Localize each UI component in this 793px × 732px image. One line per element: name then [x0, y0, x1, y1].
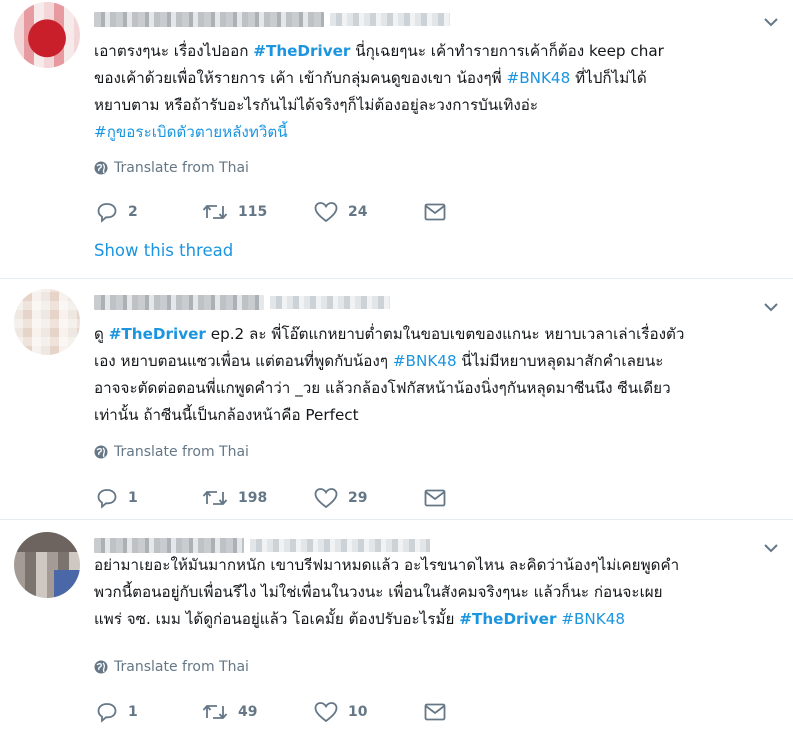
author-name-redacted[interactable]: [94, 538, 244, 553]
like-button[interactable]: 10: [314, 700, 367, 724]
reply-count: 1: [128, 704, 138, 720]
reply-icon: [97, 489, 117, 509]
translate-label: Translate from Thai: [114, 160, 249, 176]
like-button[interactable]: 29: [314, 486, 367, 510]
like-button[interactable]: 24: [314, 200, 367, 224]
tweet-text-line: ของเค้าด้วยเพื่อให้รายการ เค้า เข้ากับกล…: [94, 65, 784, 92]
tweet-text-line: #กูขอระเบิดตัวตายหลังทวิตนี้: [94, 119, 784, 146]
tweet-text-run: ep.2 ละ พี่โอ๊ตแกหยาบต่ำตมในขอบเขตของแกน…: [205, 325, 685, 343]
tweet-text-run: ของเค้าด้วยเพื่อให้รายการ เค้า เข้ากับกล…: [94, 69, 507, 87]
dm-button[interactable]: [424, 486, 446, 510]
chevron-down-icon[interactable]: [763, 16, 779, 28]
dm-button[interactable]: [424, 700, 446, 724]
retweet-button[interactable]: 49: [202, 700, 257, 724]
tweet-text-run: เท่านั้น ถ้าซีนนี้เป็นกล้องหน้าคือ Perfe…: [94, 406, 359, 424]
reply-icon: [97, 703, 117, 723]
dm-button[interactable]: [424, 200, 446, 224]
tweet-text-line: แพร่ จซ. เมม ได้ดูก่อนอยู่แล้ว โอเคมั้ย …: [94, 606, 784, 633]
tweet-text-run: แพร่ จซ. เมม ได้ดูก่อนอยู่แล้ว โอเคมั้ย …: [94, 610, 460, 628]
tweet-text-line: เท่านั้น ถ้าซีนนี้เป็นกล้องหน้าคือ Perfe…: [94, 402, 784, 429]
globe-icon: [94, 445, 108, 459]
avatar[interactable]: [14, 532, 80, 598]
retweet-icon: [202, 205, 228, 219]
heart-icon: [314, 702, 338, 723]
tweet-text-line: พวกนี้ตอนอยู่กับเพื่อนรึไง ไม่ใช่เพื่อนใ…: [94, 579, 784, 606]
tweet-text-run: นี่กุเฉยๆนะ เค้าทำรายการเค้าก็ต้อง keep …: [350, 42, 664, 60]
tweet-text-line: อย่ามาเยอะให้มันมากหนัก เขาบรีฟมาหมดแล้ว…: [94, 552, 784, 579]
retweet-count: 198: [238, 490, 268, 506]
translate-link[interactable]: Translate from Thai: [94, 444, 249, 460]
tweet: ดู #TheDriver ep.2 ละ พี่โอ๊ตแกหยาบต่ำตม…: [0, 279, 793, 519]
translate-label: Translate from Thai: [114, 659, 249, 675]
tweet-text-run: เอาตรงๆนะ เรื่องไปออก: [94, 42, 254, 60]
tweet-text-run: เอง หยาบตอนแซวเพื่อน แต่ตอนที่พูดกับน้อง…: [94, 352, 393, 370]
show-thread-link[interactable]: Show this thread: [94, 241, 233, 260]
avatar[interactable]: [14, 2, 80, 68]
hashtag-link[interactable]: #BNK48: [393, 352, 457, 370]
reply-button[interactable]: 2: [96, 200, 138, 224]
author-name-redacted[interactable]: [94, 12, 324, 27]
translate-link[interactable]: Translate from Thai: [94, 160, 249, 176]
globe-icon: [94, 660, 108, 674]
tweet-text: ดู #TheDriver ep.2 ละ พี่โอ๊ตแกหยาบต่ำตม…: [94, 321, 784, 429]
tweet-text-run: ดู: [94, 325, 109, 343]
like-count: 24: [348, 204, 368, 220]
reply-button[interactable]: 1: [96, 486, 138, 510]
tweet-text-line: เอง หยาบตอนแซวเพื่อน แต่ตอนที่พูดกับน้อง…: [94, 348, 784, 375]
retweet-count: 49: [238, 704, 258, 720]
tweet-text-run: ที่ไปก็ไม่ได้: [570, 69, 647, 87]
retweet-button[interactable]: 198: [202, 486, 267, 510]
tweet: อย่ามาเยอะให้มันมากหนัก เขาบรีฟมาหมดแล้ว…: [0, 520, 793, 732]
like-count: 29: [348, 490, 368, 506]
avatar[interactable]: [14, 289, 80, 355]
hashtag-link[interactable]: #TheDriver: [253, 42, 350, 60]
tweet-actions: 1 49 10: [94, 700, 454, 724]
tweet-text-line: อาจจะตัดต่อตอนพี่แกพูดคำว่า _วย แล้วกล้อ…: [94, 375, 784, 402]
retweet-count: 115: [238, 204, 268, 220]
tweet-text-line: เอาตรงๆนะ เรื่องไปออก #TheDriver นี่กุเฉ…: [94, 38, 784, 65]
envelope-icon: [424, 203, 446, 221]
tweet-actions: 1 198 29: [94, 486, 454, 510]
tweet-text-run: นี่ไม่มีหยาบหลุดมาสักคำเลยนะ: [456, 352, 664, 370]
tweet-actions: 2 115 24: [94, 200, 454, 224]
hashtag-link[interactable]: #TheDriver: [459, 610, 556, 628]
tweet: เอาตรงๆนะ เรื่องไปออก #TheDriver นี่กุเฉ…: [0, 0, 793, 278]
author-handle-redacted[interactable]: [270, 296, 390, 309]
chevron-down-icon[interactable]: [763, 301, 779, 313]
tweet-text-run: หยาบตาม หรือถ้ารับอะไรกันไม่ได้จริงๆก็ไม…: [94, 96, 539, 114]
hashtag-link[interactable]: #BNK48: [506, 69, 570, 87]
like-count: 10: [348, 704, 368, 720]
translate-label: Translate from Thai: [114, 444, 249, 460]
envelope-icon: [424, 703, 446, 721]
retweet-button[interactable]: 115: [202, 200, 267, 224]
translate-link[interactable]: Translate from Thai: [94, 659, 249, 675]
hashtag-link[interactable]: #BNK48: [561, 610, 625, 628]
envelope-icon: [424, 489, 446, 507]
tweet-text: เอาตรงๆนะ เรื่องไปออก #TheDriver นี่กุเฉ…: [94, 38, 784, 146]
reply-button[interactable]: 1: [96, 700, 138, 724]
author-name-redacted[interactable]: [94, 295, 264, 310]
reply-icon: [97, 203, 117, 223]
reply-count: 2: [128, 204, 138, 220]
tweet-text-run: พวกนี้ตอนอยู่กับเพื่อนรึไง ไม่ใช่เพื่อนใ…: [94, 583, 663, 601]
tweet-text-line: หยาบตาม หรือถ้ารับอะไรกันไม่ได้จริงๆก็ไม…: [94, 92, 784, 119]
hashtag-link[interactable]: #TheDriver: [109, 325, 206, 343]
tweet-text-run: อย่ามาเยอะให้มันมากหนัก เขาบรีฟมาหมดแล้ว…: [94, 556, 680, 574]
reply-count: 1: [128, 490, 138, 506]
globe-icon: [94, 161, 108, 175]
tweet-text-run: อาจจะตัดต่อตอนพี่แกพูดคำว่า _วย แล้วกล้อ…: [94, 379, 671, 397]
retweet-icon: [202, 491, 228, 505]
hashtag-link[interactable]: #กูขอระเบิดตัวตายหลังทวิตนี้: [94, 123, 288, 141]
tweet-text: อย่ามาเยอะให้มันมากหนัก เขาบรีฟมาหมดแล้ว…: [94, 552, 784, 633]
tweet-text-line: ดู #TheDriver ep.2 ละ พี่โอ๊ตแกหยาบต่ำตม…: [94, 321, 784, 348]
author-handle-redacted[interactable]: [250, 539, 430, 552]
retweet-icon: [202, 705, 228, 719]
heart-icon: [314, 488, 338, 509]
heart-icon: [314, 202, 338, 223]
author-handle-redacted[interactable]: [330, 13, 450, 26]
